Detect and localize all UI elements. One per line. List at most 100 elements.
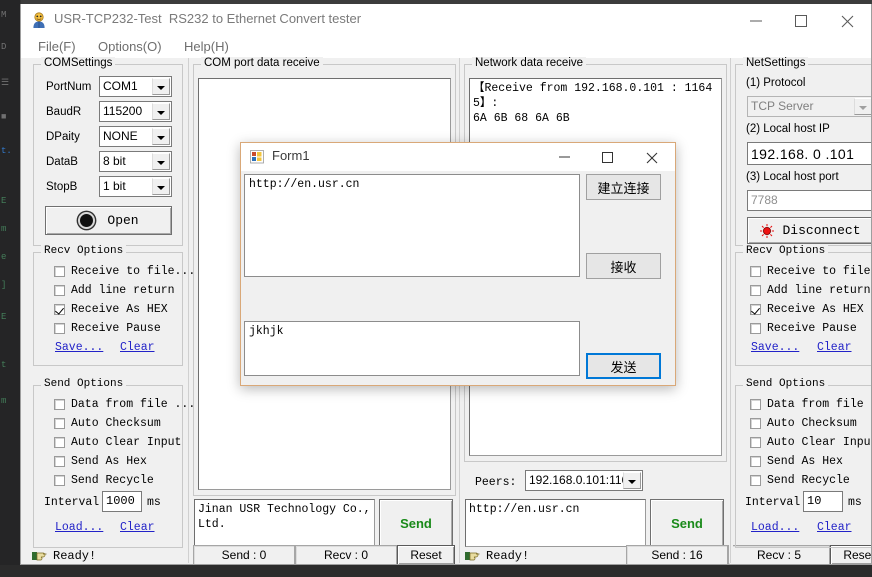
network-send-count-cell: Send : 16 [626,545,728,564]
net-auto-checksum-label: Auto Checksum [767,416,857,430]
com-status-ready-text: Ready! [53,549,97,563]
com-add-line-return-label: Add line return [71,283,175,297]
window-minimize-button[interactable] [733,4,779,35]
net-auto-checksum-checkbox[interactable]: Auto Checksum [750,415,857,431]
net-interval-input[interactable]: 10 [803,491,843,512]
dpaity-combobox[interactable]: NONE [99,126,172,147]
checkbox-icon [750,322,761,334]
checkbox-icon [750,398,761,410]
checkbox-icon [54,417,65,429]
menu-item-file[interactable]: File(F) [29,37,85,56]
chevron-down-icon[interactable] [152,78,170,95]
net-send-recycle-checkbox[interactable]: Send Recycle [750,472,850,488]
net-receive-as-hex-checkbox[interactable]: Receive As HEX [750,301,864,317]
chevron-down-icon[interactable] [623,472,641,489]
checkbox-icon [54,284,65,296]
form1-send-button[interactable]: 发送 [586,353,661,379]
chevron-down-icon[interactable] [152,178,170,195]
right-splitter[interactable] [729,58,733,563]
menu-bar: File(F) Options(O) Help(H) [21,37,871,59]
com-recv-clear-link[interactable]: Clear [120,341,155,354]
com-send-load-link[interactable]: Load... [55,521,103,534]
net-recv-save-link[interactable]: Save... [751,341,799,354]
com-port-send-button[interactable]: Send [379,499,453,547]
com-recv-to-file-checkbox[interactable]: Receive to file... [54,263,195,279]
chevron-down-icon[interactable] [854,98,871,115]
com-send-clear-link[interactable]: Clear [120,521,155,534]
left-splitter[interactable] [187,58,191,563]
menu-item-help[interactable]: Help(H) [175,37,238,56]
net-send-clear-link[interactable]: Clear [817,521,852,534]
com-receive-as-hex-label: Receive As HEX [71,302,168,316]
net-receive-pause-label: Receive Pause [767,321,857,335]
form1-bottom-textarea[interactable]: jkhjk [244,321,580,376]
net-send-load-link[interactable]: Load... [751,521,799,534]
pointing-hand-icon [465,549,482,563]
form1-connect-button[interactable]: 建立连接 [586,174,661,200]
open-port-button[interactable]: Open [45,206,172,235]
com-send-as-hex-label: Send As Hex [71,454,147,468]
net-data-from-file-checkbox[interactable]: Data from file ... [750,396,871,412]
com-auto-clear-input-checkbox[interactable]: Auto Clear Input [54,434,181,450]
portnum-combobox[interactable]: COM1 [99,76,172,97]
title-bar: USR-TCP232-Test RS232 to Ethernet Conver… [21,4,871,37]
com-add-line-return-checkbox[interactable]: Add line return [54,282,175,298]
com-interval-input[interactable]: 1000 [102,491,142,512]
net-send-as-hex-checkbox[interactable]: Send As Hex [750,453,843,469]
form1-close-button[interactable] [631,143,675,170]
window-close-button[interactable] [825,4,871,35]
com-port-send-textarea[interactable]: Jinan USR Technology Co., Ltd. [194,499,375,547]
com-reset-button[interactable]: Reset [397,545,455,564]
com-receive-pause-checkbox[interactable]: Receive Pause [54,320,161,336]
net-interval-value: 10 [807,494,822,508]
com-interval-value: 1000 [106,494,135,508]
chevron-down-icon[interactable] [152,153,170,170]
form1-top-textarea[interactable]: http://en.usr.cn [244,174,580,277]
com-send-recycle-checkbox[interactable]: Send Recycle [54,472,154,488]
com-send-options-title: Send Options [41,378,127,390]
checkbox-icon [54,322,65,334]
datab-combobox[interactable]: 8 bit [99,151,172,172]
local-host-ip-input[interactable]: 192.168. 0 .101 [747,142,871,165]
peers-combobox[interactable]: 192.168.0.101:1164 [525,470,643,491]
net-send-options-title: Send Options [743,378,829,390]
form1-maximize-button[interactable] [587,143,631,170]
local-host-port-input[interactable]: 7788 [747,190,871,211]
com-interval-unit: ms [147,496,161,509]
checkbox-icon [54,474,65,486]
net-receive-pause-checkbox[interactable]: Receive Pause [750,320,857,336]
disconnect-button[interactable]: Disconnect [747,217,871,244]
form1-title-text: Form1 [272,148,310,163]
network-send-button[interactable]: Send [650,499,724,547]
checkbox-icon [750,474,761,486]
baudr-combobox[interactable]: 115200 [99,101,172,122]
disconnect-button-label: Disconnect [782,223,861,238]
chevron-down-icon[interactable] [152,128,170,145]
com-auto-checksum-checkbox[interactable]: Auto Checksum [54,415,161,431]
background-text: D [1,42,7,52]
com-auto-checksum-label: Auto Checksum [71,416,161,430]
network-send-textarea[interactable]: http://en.usr.cn [465,499,646,547]
net-send-options-group: Send Options Data from file ... Auto Che… [735,378,871,548]
net-recv-options-group: Recv Options Receive to file... Add line… [735,245,871,366]
com-data-from-file-checkbox[interactable]: Data from file ... [54,396,195,412]
com-receive-as-hex-checkbox[interactable]: Receive As HEX [54,301,168,317]
net-recv-clear-link[interactable]: Clear [817,341,852,354]
window-title: USR-TCP232-Test RS232 to Ethernet Conver… [54,11,362,26]
window-maximize-button[interactable] [779,4,825,35]
menu-item-options[interactable]: Options(O) [89,37,171,56]
form1-minimize-button[interactable] [543,143,587,170]
protocol-combobox[interactable]: TCP Server [747,96,871,117]
chevron-down-icon[interactable] [152,103,170,120]
com-send-recycle-label: Send Recycle [71,473,154,487]
com-recv-save-link[interactable]: Save... [55,341,103,354]
com-send-as-hex-checkbox[interactable]: Send As Hex [54,453,147,469]
checkbox-icon [750,436,761,448]
form1-receive-button[interactable]: 接收 [586,253,661,279]
network-reset-button[interactable]: Reset [830,545,871,564]
net-add-line-return-checkbox[interactable]: Add line return [750,282,871,298]
net-auto-clear-input-checkbox[interactable]: Auto Clear Input [750,434,871,450]
stopb-combobox[interactable]: 1 bit [99,176,172,197]
checkbox-icon [750,265,761,277]
net-recv-to-file-checkbox[interactable]: Receive to file... [750,263,871,279]
